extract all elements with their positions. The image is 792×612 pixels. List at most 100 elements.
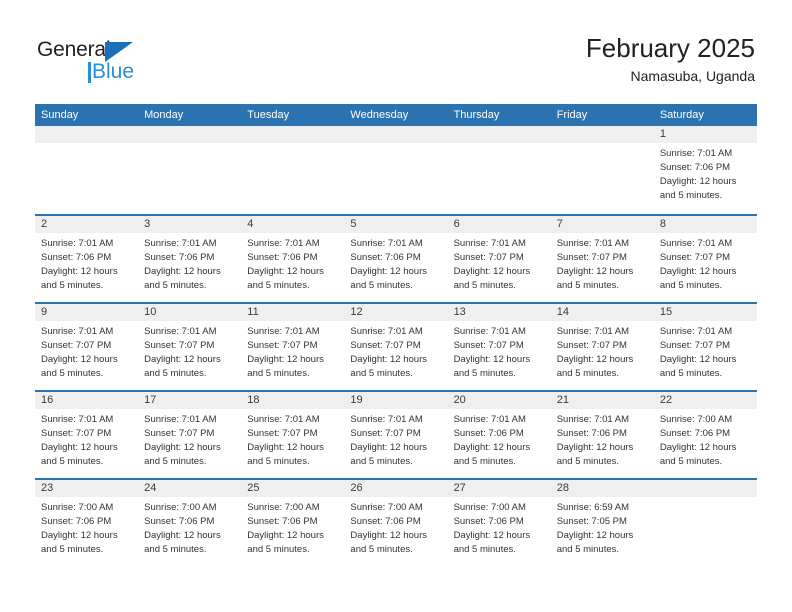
day-detail-line: Sunrise: 6:59 AM	[556, 502, 630, 513]
day-detail-line: and 5 minutes.	[247, 544, 310, 555]
day-details: Sunrise: 7:01 AM Sunset: 7:07 PM Daylight:…	[241, 321, 344, 381]
day-cell[interactable]: 1 Sunrise: 7:01 AM Sunset: 7:06 PM Daylight…	[653, 126, 757, 214]
day-number	[344, 126, 448, 143]
day-cell[interactable]: 22 Sunrise: 7:00 AM Sunset: 7:06 PM Dayligh…	[653, 392, 757, 478]
day-number: 28	[550, 480, 654, 497]
day-detail-line: Daylight: 12 hours	[453, 442, 531, 453]
day-cell[interactable]: 8 Sunrise: 7:01 AM Sunset: 7:07 PM Daylight…	[653, 216, 757, 302]
day-number: 6	[447, 216, 551, 233]
day-number: 27	[447, 480, 551, 497]
day-cell[interactable]: 26 Sunrise: 7:00 AM Sunset: 7:06 PM Dayligh…	[344, 480, 448, 566]
day-cell-empty	[550, 126, 654, 214]
day-details: Sunrise: 6:59 AM Sunset: 7:05 PM Daylight:…	[551, 497, 654, 557]
weekday-header-tuesday: Tuesday	[247, 109, 290, 121]
day-cell[interactable]: 25 Sunrise: 7:00 AM Sunset: 7:06 PM Dayligh…	[241, 480, 345, 566]
day-detail-line: Sunrise: 7:01 AM	[453, 238, 526, 249]
day-detail-line: Sunrise: 7:01 AM	[41, 238, 114, 249]
day-detail-line: Daylight: 12 hours	[453, 354, 531, 365]
day-details: Sunrise: 7:01 AM Sunset: 7:07 PM Daylight:…	[448, 321, 551, 381]
day-detail-line: Sunrise: 7:01 AM	[659, 326, 733, 337]
day-detail-line: Sunrise: 7:01 AM	[556, 414, 630, 425]
day-detail-line: Sunrise: 7:01 AM	[247, 414, 320, 425]
day-number	[138, 126, 242, 143]
day-detail-line: Sunset: 7:07 PM	[247, 340, 318, 351]
day-details: Sunrise: 7:00 AM Sunset: 7:06 PM Daylight:…	[448, 497, 551, 557]
general-blue-logo[interactable]: General Blue	[37, 38, 167, 84]
day-cell[interactable]: 13 Sunrise: 7:01 AM Sunset: 7:07 PM Dayligh…	[447, 304, 551, 390]
logo-text-blue: Blue	[92, 60, 135, 83]
day-cell-empty	[35, 126, 139, 214]
day-cell[interactable]: 14 Sunrise: 7:01 AM Sunset: 7:07 PM Dayligh…	[550, 304, 654, 390]
day-detail-line: and 5 minutes.	[350, 456, 413, 467]
day-cell[interactable]: 24 Sunrise: 7:00 AM Sunset: 7:06 PM Dayligh…	[138, 480, 242, 566]
day-cell[interactable]: 12 Sunrise: 7:01 AM Sunset: 7:07 PM Dayligh…	[344, 304, 448, 390]
day-detail-line: Sunrise: 7:01 AM	[247, 326, 320, 337]
day-cell[interactable]: 9 Sunrise: 7:01 AM Sunset: 7:07 PM Daylight…	[35, 304, 139, 390]
day-detail-line: Daylight: 12 hours	[41, 266, 118, 277]
day-detail-line: Sunset: 7:06 PM	[350, 252, 421, 263]
weekday-header-monday: Monday	[144, 109, 184, 121]
day-detail-line: Sunset: 7:07 PM	[659, 340, 731, 351]
day-cell[interactable]: 27 Sunrise: 7:00 AM Sunset: 7:06 PM Dayligh…	[447, 480, 551, 566]
day-number: 2	[35, 216, 139, 233]
day-cell[interactable]: 4 Sunrise: 7:01 AM Sunset: 7:06 PM Daylight…	[241, 216, 345, 302]
day-detail-line: Sunrise: 7:00 AM	[41, 502, 114, 513]
day-detail-line: Daylight: 12 hours	[247, 442, 324, 453]
day-details: Sunrise: 7:01 AM Sunset: 7:07 PM Daylight:…	[241, 409, 344, 469]
day-detail-line: Sunset: 7:06 PM	[659, 162, 731, 173]
day-cell[interactable]: 15 Sunrise: 7:01 AM Sunset: 7:07 PM Dayligh…	[653, 304, 757, 390]
day-cell[interactable]: 18 Sunrise: 7:01 AM Sunset: 7:07 PM Dayligh…	[241, 392, 345, 478]
day-detail-line: and 5 minutes.	[659, 280, 723, 291]
day-details: Sunrise: 7:01 AM Sunset: 7:06 PM Daylight:…	[344, 233, 447, 293]
day-cell[interactable]: 3 Sunrise: 7:01 AM Sunset: 7:06 PM Daylight…	[138, 216, 242, 302]
day-details: Sunrise: 7:01 AM Sunset: 7:06 PM Daylight:…	[241, 233, 344, 293]
day-cell[interactable]: 6 Sunrise: 7:01 AM Sunset: 7:07 PM Daylight…	[447, 216, 551, 302]
day-cell[interactable]: 23 Sunrise: 7:00 AM Sunset: 7:06 PM Dayligh…	[35, 480, 139, 566]
day-detail-line: Sunset: 7:07 PM	[453, 340, 524, 351]
week-row: 23 Sunrise: 7:00 AM Sunset: 7:06 PM Dayligh…	[35, 478, 757, 566]
day-detail-line: Daylight: 12 hours	[350, 530, 427, 541]
day-number: 17	[138, 392, 242, 409]
day-number: 21	[550, 392, 654, 409]
page-subtitle: Namasuba, Uganda	[630, 68, 755, 84]
calendar-weeks: 1 Sunrise: 7:01 AM Sunset: 7:06 PM Daylight…	[35, 126, 757, 566]
day-cell-empty	[241, 126, 345, 214]
day-cell[interactable]: 11 Sunrise: 7:01 AM Sunset: 7:07 PM Dayligh…	[241, 304, 345, 390]
day-number: 26	[344, 480, 448, 497]
day-detail-line: and 5 minutes.	[453, 280, 516, 291]
week-row: 16 Sunrise: 7:01 AM Sunset: 7:07 PM Dayligh…	[35, 390, 757, 478]
day-detail-line: and 5 minutes.	[659, 190, 723, 201]
day-cell[interactable]: 28 Sunrise: 6:59 AM Sunset: 7:05 PM Dayligh…	[550, 480, 654, 566]
day-detail-line: and 5 minutes.	[41, 456, 104, 467]
day-detail-line: Sunrise: 7:01 AM	[144, 414, 217, 425]
day-detail-line: Sunrise: 7:00 AM	[453, 502, 526, 513]
day-number: 13	[447, 304, 551, 321]
day-detail-line: Sunrise: 7:01 AM	[659, 238, 733, 249]
day-detail-line: Sunrise: 7:01 AM	[350, 326, 423, 337]
logo-accent-bar	[88, 62, 91, 83]
day-detail-line: and 5 minutes.	[247, 368, 310, 379]
day-cell[interactable]: 7 Sunrise: 7:01 AM Sunset: 7:07 PM Daylight…	[550, 216, 654, 302]
day-detail-line: and 5 minutes.	[144, 456, 207, 467]
day-detail-line: and 5 minutes.	[350, 544, 413, 555]
day-detail-line: Sunset: 7:06 PM	[350, 516, 421, 527]
day-cell[interactable]: 17 Sunrise: 7:01 AM Sunset: 7:07 PM Dayligh…	[138, 392, 242, 478]
day-cell[interactable]: 2 Sunrise: 7:01 AM Sunset: 7:06 PM Daylight…	[35, 216, 139, 302]
day-cell[interactable]: 5 Sunrise: 7:01 AM Sunset: 7:06 PM Daylight…	[344, 216, 448, 302]
day-detail-line: Daylight: 12 hours	[350, 266, 427, 277]
day-details: Sunrise: 7:01 AM Sunset: 7:07 PM Daylight:…	[344, 409, 447, 469]
day-cell[interactable]: 21 Sunrise: 7:01 AM Sunset: 7:06 PM Dayligh…	[550, 392, 654, 478]
calendar-grid: Sunday Monday Tuesday Wednesday Thursday Frid…	[35, 104, 757, 566]
day-number: 11	[241, 304, 345, 321]
day-number: 18	[241, 392, 345, 409]
day-detail-line: and 5 minutes.	[659, 456, 723, 467]
day-cell[interactable]: 16 Sunrise: 7:01 AM Sunset: 7:07 PM Dayligh…	[35, 392, 139, 478]
day-detail-line: Daylight: 12 hours	[556, 266, 634, 277]
day-cell[interactable]: 10 Sunrise: 7:01 AM Sunset: 7:07 PM Dayligh…	[138, 304, 242, 390]
day-detail-line: Sunrise: 7:01 AM	[350, 414, 423, 425]
day-number: 19	[344, 392, 448, 409]
day-cell[interactable]: 20 Sunrise: 7:01 AM Sunset: 7:06 PM Dayligh…	[447, 392, 551, 478]
day-cell[interactable]: 19 Sunrise: 7:01 AM Sunset: 7:07 PM Dayligh…	[344, 392, 448, 478]
day-detail-line: and 5 minutes.	[41, 280, 104, 291]
day-detail-line: Sunset: 7:07 PM	[41, 428, 112, 439]
